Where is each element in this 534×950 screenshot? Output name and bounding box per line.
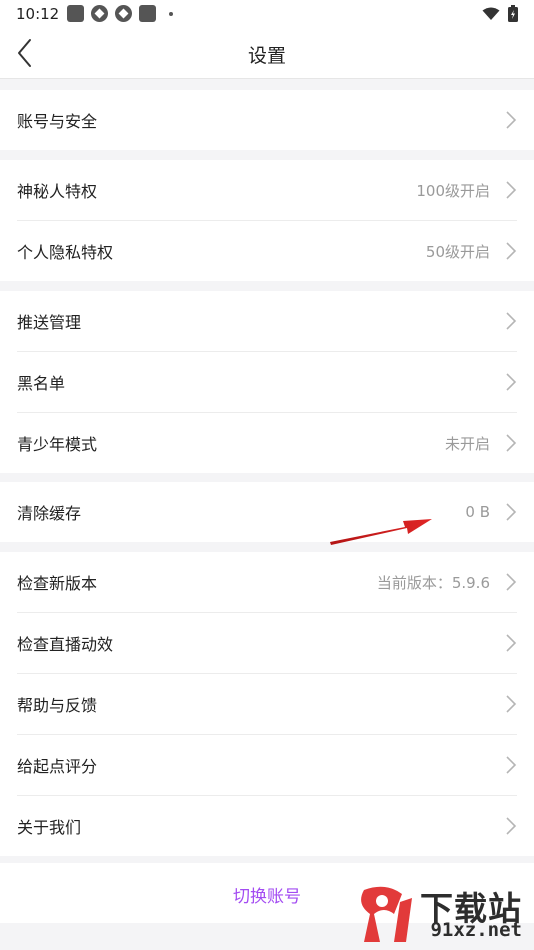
app-notification-icon bbox=[67, 5, 84, 22]
system-icons bbox=[482, 5, 518, 22]
battery-icon bbox=[508, 5, 518, 22]
settings-item-value: 当前版本：5.9.6 bbox=[376, 573, 490, 592]
settings-group-notifications: 推送管理 黑名单 青少年模式 未开启 bbox=[0, 291, 534, 473]
chevron-right-icon bbox=[506, 634, 517, 652]
settings-item-label: 关于我们 bbox=[17, 818, 82, 837]
settings-item-privacy-privilege[interactable]: 个人隐私特权 50级开启 bbox=[17, 221, 517, 281]
settings-item-account-security[interactable]: 账号与安全 bbox=[17, 90, 517, 150]
chevron-right-icon bbox=[506, 695, 517, 713]
chevron-right-icon bbox=[506, 503, 517, 521]
brand-logo-icon bbox=[361, 886, 412, 942]
settings-item-label: 检查直播动效 bbox=[17, 635, 114, 654]
settings-item-label: 给起点评分 bbox=[17, 757, 98, 776]
chevron-right-icon bbox=[506, 434, 517, 452]
watermark: 下载站 91xz.net bbox=[356, 882, 528, 946]
app-notification-icon bbox=[115, 5, 132, 22]
settings-item-label: 黑名单 bbox=[17, 374, 66, 393]
settings-item-value: 未开启 bbox=[444, 434, 490, 453]
settings-item-help-feedback[interactable]: 帮助与反馈 bbox=[17, 674, 517, 735]
navigation-bar: 设置 bbox=[0, 28, 534, 79]
settings-item-value: 50级开启 bbox=[425, 242, 490, 261]
chevron-right-icon bbox=[506, 242, 517, 260]
settings-item-clear-cache[interactable]: 清除缓存 0 B bbox=[17, 482, 517, 542]
status-time: 10:12 bbox=[16, 5, 60, 23]
settings-item-about-us[interactable]: 关于我们 bbox=[17, 796, 517, 856]
page-title: 设置 bbox=[247, 45, 286, 67]
watermark-url: 91xz.net bbox=[430, 919, 522, 941]
settings-item-label: 清除缓存 bbox=[17, 504, 82, 523]
settings-item-label: 神秘人特权 bbox=[17, 182, 98, 201]
settings-item-rate-app[interactable]: 给起点评分 bbox=[17, 735, 517, 796]
settings-item-check-live-effects[interactable]: 检查直播动效 bbox=[17, 613, 517, 674]
settings-item-label: 青少年模式 bbox=[17, 435, 98, 454]
wifi-icon bbox=[482, 7, 500, 20]
settings-group-about: 检查新版本 当前版本：5.9.6 检查直播动效 帮助与反馈 给起点评分 关于我们 bbox=[0, 552, 534, 856]
settings-item-blacklist[interactable]: 黑名单 bbox=[17, 352, 517, 413]
settings-item-label: 推送管理 bbox=[17, 313, 82, 332]
chevron-right-icon bbox=[506, 111, 517, 129]
notification-icons bbox=[67, 5, 173, 22]
settings-item-value: 0 B bbox=[465, 503, 490, 521]
chevron-right-icon bbox=[506, 373, 517, 391]
status-bar: 10:12 bbox=[0, 0, 534, 28]
settings-item-label: 帮助与反馈 bbox=[17, 696, 98, 715]
settings-item-teen-mode[interactable]: 青少年模式 未开启 bbox=[17, 413, 517, 473]
app-notification-icon bbox=[91, 5, 108, 22]
chevron-right-icon bbox=[506, 312, 517, 330]
chevron-right-icon bbox=[506, 817, 517, 835]
settings-item-check-version[interactable]: 检查新版本 当前版本：5.9.6 bbox=[17, 552, 517, 613]
more-notifications-icon bbox=[169, 11, 173, 16]
chevron-right-icon bbox=[506, 181, 517, 199]
app-notification-icon bbox=[139, 5, 156, 22]
settings-item-label: 检查新版本 bbox=[17, 574, 98, 593]
settings-item-value: 100级开启 bbox=[416, 181, 490, 200]
settings-group-privileges: 神秘人特权 100级开启 个人隐私特权 50级开启 bbox=[0, 160, 534, 281]
settings-item-mystery-privilege[interactable]: 神秘人特权 100级开启 bbox=[17, 160, 517, 221]
settings-item-label: 账号与安全 bbox=[17, 112, 98, 131]
settings-item-label: 个人隐私特权 bbox=[17, 243, 114, 262]
chevron-right-icon bbox=[506, 756, 517, 774]
settings-item-push-management[interactable]: 推送管理 bbox=[17, 291, 517, 352]
settings-group-account: 账号与安全 bbox=[0, 90, 534, 150]
chevron-right-icon bbox=[506, 573, 517, 591]
settings-group-cache: 清除缓存 0 B bbox=[0, 482, 534, 542]
